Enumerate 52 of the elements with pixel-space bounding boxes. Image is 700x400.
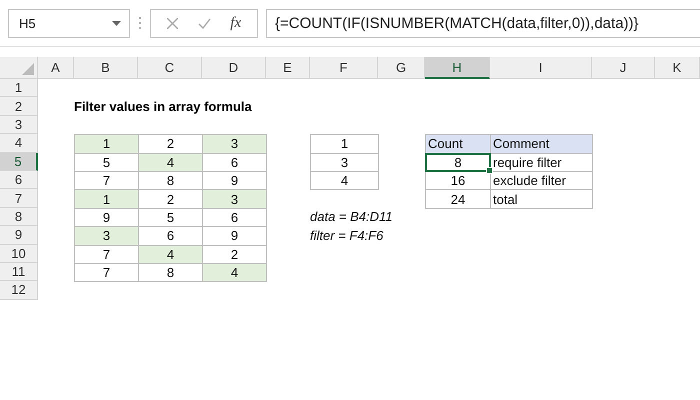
fill-handle[interactable] xyxy=(486,166,493,174)
row-header[interactable]: 2 xyxy=(0,97,38,116)
formula-bar[interactable]: {=COUNT(IF(ISNUMBER(MATCH(data,filter,0)),data))} xyxy=(266,8,700,38)
column-header[interactable]: G xyxy=(378,57,425,79)
column-header[interactable]: B xyxy=(74,57,138,79)
sheet-title: Filter values in array formula xyxy=(74,98,253,116)
table-cell: 4 xyxy=(138,244,203,264)
table-cell: 7 xyxy=(74,262,139,282)
column-header[interactable]: D xyxy=(202,57,266,79)
table-cell: 3 xyxy=(310,152,379,172)
table-cell: 4 xyxy=(138,152,203,172)
dropdown-icon[interactable] xyxy=(112,20,121,26)
check-icon[interactable] xyxy=(198,18,211,28)
row-header[interactable]: 4 xyxy=(0,134,38,153)
named-range-note: data = B4:D11 xyxy=(310,208,394,226)
table-cell: 1 xyxy=(74,189,139,209)
header-cell: Count xyxy=(425,134,491,154)
cancel-icon[interactable] xyxy=(166,18,178,28)
row-header[interactable]: 11 xyxy=(0,262,38,282)
row-header[interactable]: 6 xyxy=(0,170,38,190)
named-range-note: filter = F4:F6 xyxy=(310,226,384,245)
table-cell: 1 xyxy=(74,134,139,154)
row-header[interactable]: 7 xyxy=(0,189,38,208)
drag-handle-icon xyxy=(138,16,142,30)
select-all-icon[interactable] xyxy=(22,63,34,75)
column-header[interactable]: H xyxy=(425,57,490,79)
column-header[interactable]: I xyxy=(490,57,592,79)
table-cell: 4 xyxy=(310,170,379,190)
column-header[interactable]: E xyxy=(266,57,310,79)
column-header[interactable]: F xyxy=(310,57,378,79)
column-header[interactable]: K xyxy=(655,57,700,79)
insert-function-button[interactable]: fx xyxy=(230,14,242,32)
row-header[interactable]: 3 xyxy=(0,116,38,134)
table-cell: 4 xyxy=(202,262,267,282)
table-cell: total xyxy=(490,189,593,209)
column-header[interactable]: A xyxy=(38,57,74,79)
row-header[interactable]: 10 xyxy=(0,244,38,263)
header-cell: Comment xyxy=(490,134,593,154)
row-header[interactable]: 1 xyxy=(0,79,38,98)
row-header[interactable]: 9 xyxy=(0,226,38,245)
table-cell: 3 xyxy=(202,189,267,209)
table-cell[interactable]: 24 xyxy=(425,189,491,209)
table-cell: 3 xyxy=(74,226,139,246)
row-header[interactable]: 12 xyxy=(0,281,38,300)
row-header[interactable]: 5 xyxy=(0,152,38,171)
table-cell: 3 xyxy=(202,134,267,154)
name-box[interactable]: H5 xyxy=(8,8,130,38)
column-header[interactable]: C xyxy=(138,57,202,79)
column-header[interactable]: J xyxy=(592,57,655,79)
row-header[interactable]: 8 xyxy=(0,208,38,226)
table-cell[interactable]: 8 xyxy=(425,152,491,172)
table-cell: 1 xyxy=(310,134,379,154)
